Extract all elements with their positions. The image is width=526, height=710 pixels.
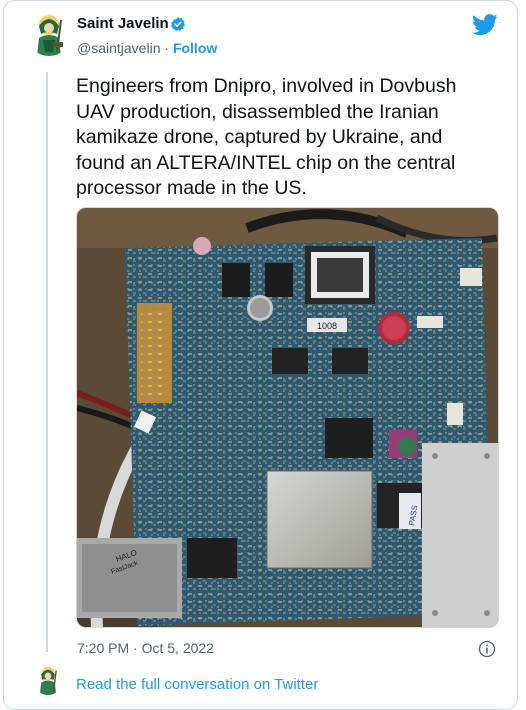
author-handle-row: @saintjavelin · Follow	[77, 40, 217, 56]
saint-javelin-avatar-icon	[27, 12, 71, 56]
read-conversation-link[interactable]: Read the full conversation on Twitter	[76, 676, 318, 693]
footer-avatar[interactable]	[33, 665, 63, 695]
verified-badge-icon	[170, 17, 185, 31]
info-icon[interactable]	[478, 640, 496, 658]
tweet-photo[interactable]: 1008 PASS HALO FastJack	[76, 207, 499, 628]
twitter-bird-icon[interactable]	[472, 14, 498, 36]
author-handle[interactable]: @saintjavelin	[77, 40, 160, 56]
follow-button[interactable]: Follow	[173, 40, 217, 56]
author-name[interactable]: Saint Javelin	[77, 15, 169, 32]
circuit-board-image: 1008 PASS HALO FastJack	[77, 208, 498, 627]
tweet-timestamp[interactable]: 7:20 PM · Oct 5, 2022	[77, 640, 214, 656]
tweet-text: Engineers from Dnipro, involved in Dovbu…	[76, 75, 457, 199]
separator: ·	[164, 40, 170, 56]
thread-line	[46, 72, 48, 652]
author-avatar[interactable]	[27, 12, 71, 56]
chip-label: 1008	[317, 321, 337, 331]
saint-javelin-avatar-icon	[33, 665, 63, 695]
